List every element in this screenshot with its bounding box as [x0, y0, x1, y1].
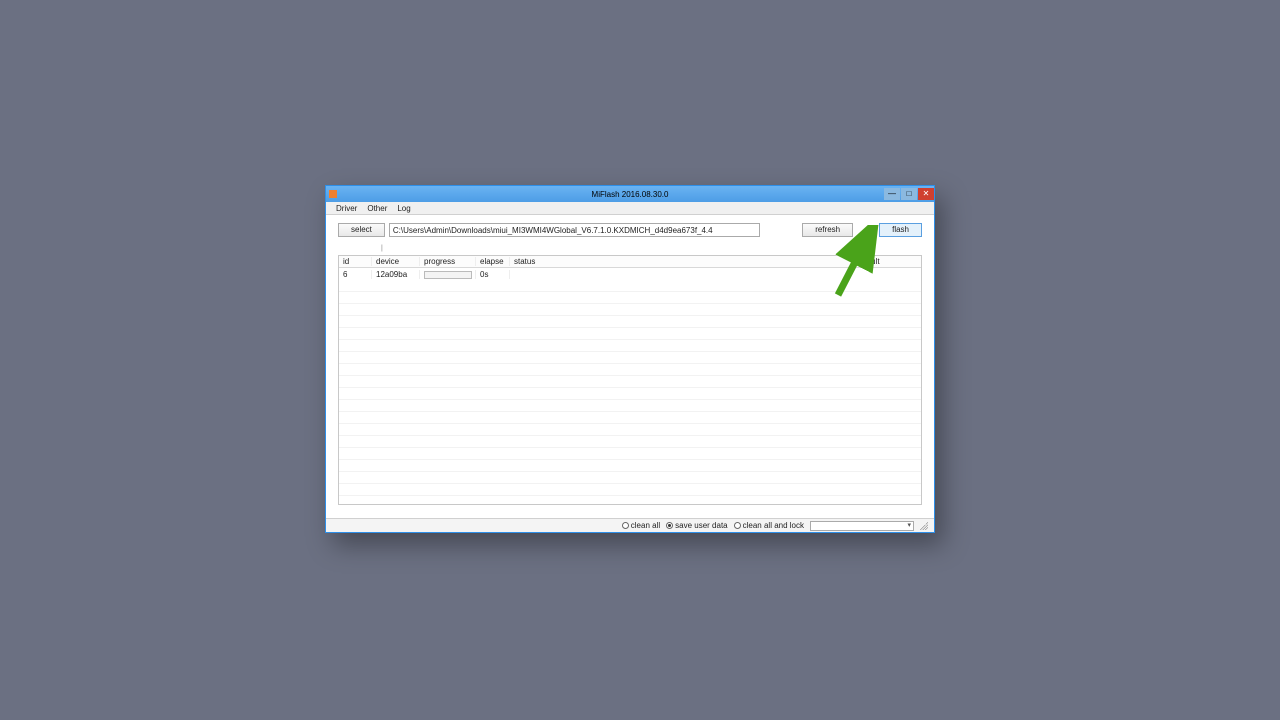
- table-row[interactable]: 6 12a09ba 0s: [339, 268, 921, 280]
- menu-other[interactable]: Other: [367, 204, 387, 213]
- col-elapse[interactable]: elapse: [476, 257, 510, 266]
- resize-grip-icon[interactable]: [920, 522, 928, 530]
- window-title: MiFlash 2016.08.30.0: [326, 190, 934, 199]
- grid-lines: [339, 280, 921, 504]
- col-status[interactable]: status: [510, 257, 856, 266]
- cell-progress: [420, 270, 476, 279]
- titlebar[interactable]: MiFlash 2016.08.30.0 — □ ✕: [326, 186, 934, 202]
- options-dropdown[interactable]: [810, 521, 914, 531]
- grid-header: id device progress elapse status result: [339, 256, 921, 268]
- miflash-window: MiFlash 2016.08.30.0 — □ ✕ Driver Other …: [325, 185, 935, 533]
- radio-icon: [622, 522, 629, 529]
- device-grid: id device progress elapse status result …: [338, 255, 922, 505]
- select-button[interactable]: select: [338, 223, 385, 237]
- radio-icon: [666, 522, 673, 529]
- radio-icon: [734, 522, 741, 529]
- menubar: Driver Other Log: [326, 202, 934, 215]
- menu-driver[interactable]: Driver: [336, 204, 357, 213]
- radio-label: save user data: [675, 521, 727, 530]
- col-id[interactable]: id: [339, 257, 372, 266]
- radio-clean-all[interactable]: clean all: [622, 521, 660, 530]
- radio-clean-all-and-lock[interactable]: clean all and lock: [734, 521, 804, 530]
- cell-elapse: 0s: [476, 270, 510, 279]
- cell-device: 12a09ba: [372, 270, 420, 279]
- col-progress[interactable]: progress: [420, 257, 476, 266]
- sub-toolbar: |: [326, 245, 934, 255]
- radio-label: clean all and lock: [743, 521, 804, 530]
- flash-button[interactable]: flash: [879, 223, 922, 237]
- col-device[interactable]: device: [372, 257, 420, 266]
- cell-id: 6: [339, 270, 372, 279]
- radio-label: clean all: [631, 521, 660, 530]
- toolbar: select refresh flash: [326, 215, 934, 245]
- col-result[interactable]: result: [856, 257, 921, 266]
- statusbar: clean all save user data clean all and l…: [326, 518, 934, 532]
- radio-save-user-data[interactable]: save user data: [666, 521, 727, 530]
- refresh-button[interactable]: refresh: [802, 223, 853, 237]
- progress-bar: [424, 271, 472, 279]
- rom-path-input[interactable]: [389, 223, 760, 237]
- menu-log[interactable]: Log: [397, 204, 410, 213]
